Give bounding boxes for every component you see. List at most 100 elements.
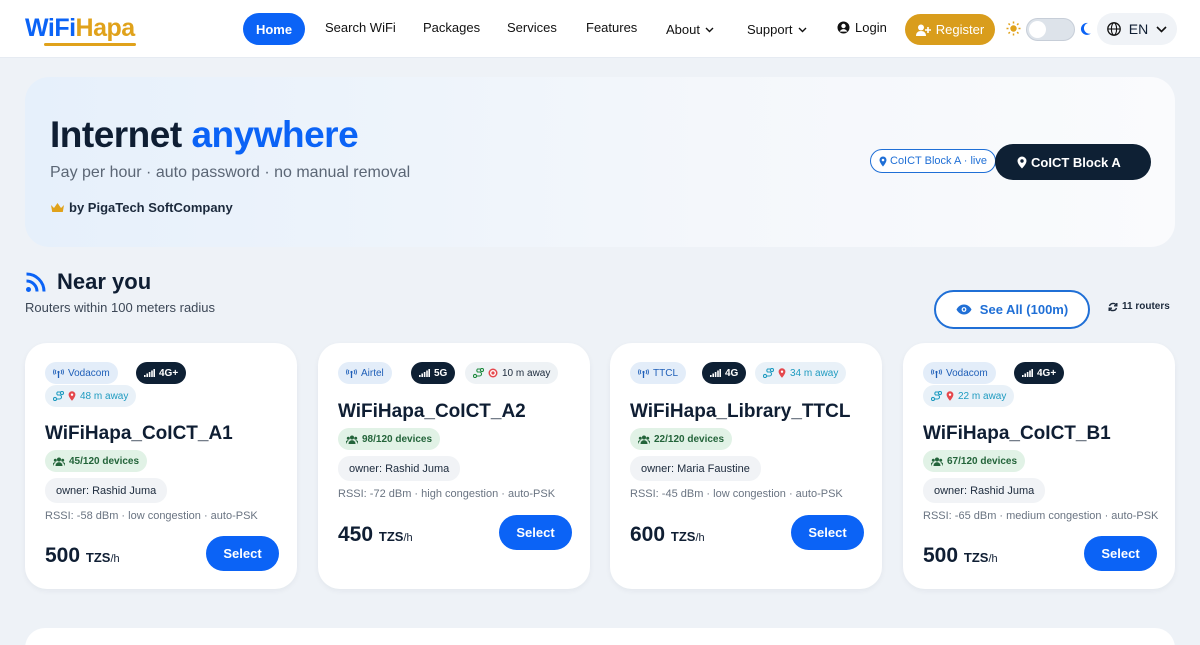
users-icon: [931, 457, 943, 466]
crown-icon: [50, 202, 65, 213]
operator-label: Airtel: [361, 367, 384, 379]
distance-chip: 22 m away: [923, 385, 1015, 407]
language-select[interactable]: EN: [1097, 13, 1177, 45]
route-icon: [473, 368, 484, 378]
user-circle-icon: [837, 21, 850, 34]
operator-label: Vodacom: [68, 367, 110, 379]
language-value: EN: [1128, 21, 1149, 37]
see-all-button[interactable]: See All (100m): [934, 290, 1090, 329]
router-name: WiFiHapa_CoICT_A1: [45, 423, 233, 444]
register-button[interactable]: Register: [905, 14, 995, 45]
user-plus-icon: [915, 24, 931, 36]
price: 600 TZS/h: [630, 523, 705, 547]
distance-label: 10 m away: [502, 367, 551, 379]
map-pin-icon: [1017, 156, 1027, 169]
price-value: 450: [338, 523, 374, 546]
nav-login[interactable]: Login: [837, 20, 887, 35]
select-button[interactable]: Select: [499, 515, 572, 550]
near-you-heading: Near you: [25, 269, 151, 295]
theme-toggle[interactable]: [1026, 18, 1075, 41]
next-section-card: [25, 628, 1175, 645]
nav-search-wifi[interactable]: Search WiFi: [325, 20, 396, 35]
map-pin-icon: [879, 156, 887, 167]
distance-chip: 10 m away: [465, 362, 559, 384]
rss-signal-icon: [25, 271, 47, 293]
pin-icon: [946, 391, 954, 401]
price-currency: TZS: [963, 550, 989, 565]
price: 500 TZS/h: [45, 544, 120, 568]
register-label: Register: [935, 22, 985, 37]
owner-chip: owner: Maria Faustine: [630, 456, 761, 481]
refresh-icon: [1108, 302, 1118, 312]
users-icon: [638, 435, 650, 444]
network-chip: 4G: [702, 362, 747, 384]
signal-bars-icon: [144, 369, 155, 377]
pin-icon: [68, 391, 76, 401]
sun-icon: [1006, 21, 1021, 36]
location-button[interactable]: CoICT Block A: [995, 144, 1151, 180]
location-button-label: CoICT Block A: [1031, 154, 1121, 170]
nav-about-label: About: [666, 22, 700, 37]
signal-bars-icon: [419, 369, 430, 377]
network-label: 4G+: [159, 367, 179, 379]
users-icon: [346, 435, 358, 444]
nav-services[interactable]: Services: [507, 20, 557, 35]
price-unit: /h: [988, 553, 998, 565]
globe-icon: [1106, 22, 1121, 36]
rssi-info: RSSI: -58 dBm · low congestion · auto-PS…: [45, 510, 258, 522]
hero-title-highlight: anywhere: [191, 114, 359, 155]
antenna-icon: [346, 368, 357, 378]
hero-title-main: Internet: [50, 114, 182, 155]
operator-chip: Airtel: [338, 362, 392, 384]
operator-chip: TTCL: [630, 362, 686, 384]
distance-label: 22 m away: [958, 390, 1007, 402]
chevron-down-icon: [798, 27, 807, 33]
network-chip: 5G: [411, 362, 456, 384]
logo-text-hapa: Hapa: [75, 14, 136, 42]
route-icon: [931, 391, 942, 401]
select-button[interactable]: Select: [1084, 536, 1157, 571]
router-card[interactable]: Vodacom 4G+ 48 m away WiFiHapa_CoICT_A1 …: [25, 343, 297, 589]
hero-title: Internet anywhere: [50, 114, 359, 156]
nav-about[interactable]: About: [666, 22, 714, 37]
devices-label: 45/120 devices: [69, 455, 140, 467]
router-name: WiFiHapa_CoICT_B1: [923, 423, 1111, 444]
network-label: 4G: [725, 367, 739, 379]
nav-features[interactable]: Features: [586, 20, 637, 35]
users-icon: [53, 457, 65, 466]
network-label: 5G: [434, 367, 448, 379]
nav-support[interactable]: Support: [747, 22, 807, 37]
antenna-icon: [53, 368, 64, 378]
select-button[interactable]: Select: [206, 536, 279, 571]
brand-logo[interactable]: WiFiHapa: [25, 14, 135, 43]
rssi-info: RSSI: -45 dBm · low congestion · auto-PS…: [630, 488, 843, 500]
owner-chip: owner: Rashid Juma: [45, 478, 168, 503]
near-you-title: Near you: [57, 269, 152, 294]
devices-label: 22/120 devices: [654, 433, 725, 445]
devices-chip: 67/120 devices: [923, 450, 1026, 472]
router-count-text: 11 routers: [1122, 301, 1170, 312]
nav-packages[interactable]: Packages: [423, 20, 480, 35]
moon-icon: [1080, 22, 1091, 35]
nav-home[interactable]: Home: [243, 13, 305, 45]
rssi-info: RSSI: -65 dBm · medium congestion · auto…: [923, 510, 1159, 522]
select-button[interactable]: Select: [791, 515, 864, 550]
owner-chip: owner: Rashid Juma: [923, 478, 1046, 503]
router-card[interactable]: Vodacom 4G+ 22 m away WiFiHapa_CoICT_B1 …: [903, 343, 1175, 589]
router-card[interactable]: Airtel 5G 10 m away WiFiHapa_CoICT_A2 98…: [318, 343, 590, 589]
price-value: 600: [630, 523, 666, 546]
distance-label: 48 m away: [80, 390, 129, 402]
price-currency: TZS: [670, 529, 696, 544]
live-location-badge: CoICT Block A · live: [870, 149, 996, 173]
hero-subtitle: Pay per hour · auto password · no manual…: [50, 164, 411, 181]
price-unit: /h: [403, 532, 413, 544]
eye-icon: [956, 304, 972, 315]
pin-icon: [778, 368, 786, 378]
route-icon: [763, 368, 774, 378]
price: 450 TZS/h: [338, 523, 413, 547]
router-card[interactable]: TTCL 4G 34 m away WiFiHapa_Library_TTCL …: [610, 343, 882, 589]
near-you-subtitle: Routers within 100 meters radius: [25, 300, 216, 315]
live-location-text: CoICT Block A · live: [890, 155, 987, 167]
logo-text-wifi: WiFi: [25, 14, 76, 42]
hero-byline: by PigaTech SoftCompany: [50, 200, 233, 215]
